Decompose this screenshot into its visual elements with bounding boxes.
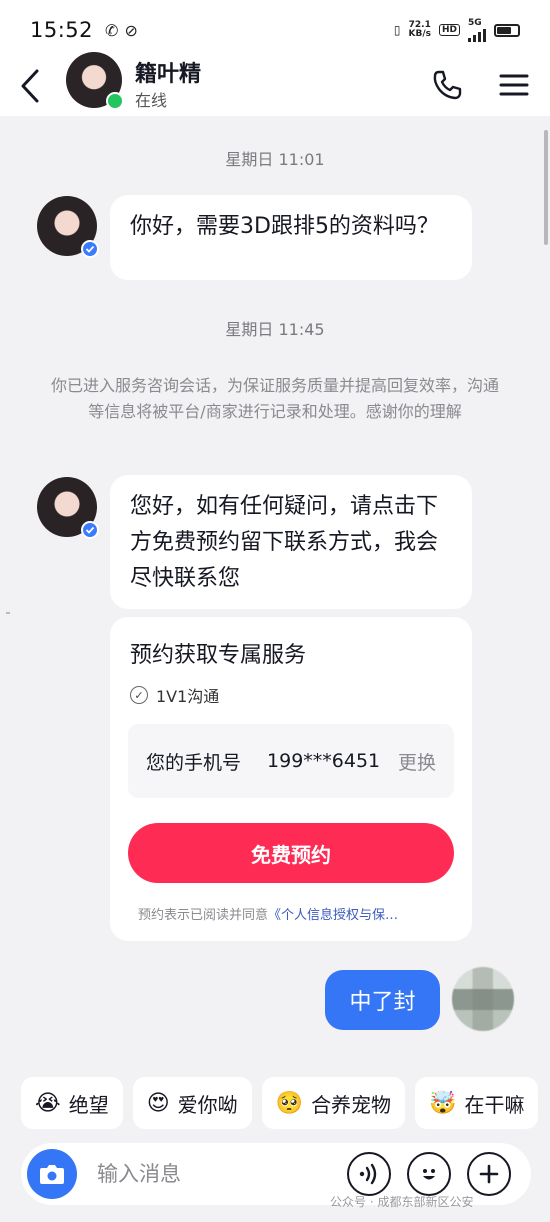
quick-reply-chip[interactable]: 🥺 合养宠物	[261, 1077, 406, 1129]
message-input[interactable]: 输入消息	[97, 1158, 181, 1188]
incoming-message[interactable]: 你好，需要3D跟排5的资料吗？	[110, 195, 472, 280]
menu-button[interactable]	[496, 66, 532, 104]
incoming-message[interactable]: 您好，如有任何疑问，请点击下方免费预约留下联系方式，我会尽快联系您	[110, 475, 472, 609]
call-button[interactable]	[428, 66, 466, 104]
network-type: 5G	[468, 18, 482, 28]
signal-icon	[468, 28, 486, 42]
sender-avatar[interactable]	[37, 196, 99, 258]
back-button[interactable]	[12, 64, 48, 108]
voice-button[interactable]	[347, 1152, 391, 1196]
status-bar: 15:52 ✆ ⊘ ▯ 72.1 KB/s HD 5G	[0, 0, 550, 60]
my-avatar[interactable]	[452, 967, 514, 1031]
vibrate-icon: ▯	[393, 23, 401, 37]
link-status-icon: ⊘	[124, 20, 138, 40]
battery-icon	[494, 23, 520, 37]
status-time: 15:52	[30, 18, 94, 42]
crying-face-icon: 😭	[35, 1090, 61, 1116]
check-item: ✓ 1V1沟通	[130, 683, 219, 707]
hd-badge: HD	[438, 24, 460, 36]
card-title: 预约获取专属服务	[130, 643, 307, 668]
reservation-card: 预约获取专属服务 ✓ 1V1沟通 您的手机号 199***6451 更换 免费预…	[110, 617, 472, 941]
chevron-left-icon	[21, 69, 39, 103]
contact-avatar[interactable]	[66, 52, 124, 110]
outgoing-message[interactable]: 中了封	[325, 970, 440, 1030]
system-notice: 你已进入服务咨询会话，为保证服务质量并提高回复效率，沟通等信息将被平台/商家进行…	[50, 376, 499, 421]
quick-reply-chip[interactable]: 😍 爱你呦	[132, 1077, 252, 1129]
pleading-face-icon: 🥺	[275, 1090, 304, 1116]
phone-field: 您的手机号 199***6451 更换	[128, 724, 454, 798]
check-icon: ✓	[130, 686, 148, 704]
divider	[6, 612, 10, 614]
quick-reply-chip[interactable]: 🤯 在干嘛	[415, 1077, 539, 1129]
emoji-button[interactable]	[407, 1152, 451, 1196]
free-reserve-button[interactable]: 免费预约	[128, 823, 454, 883]
privacy-agreement-link[interactable]: 《个人信息授权与保…	[268, 908, 398, 923]
chat-header: 籍叶精 在线	[0, 52, 550, 116]
quick-reply-chip[interactable]: 😭 绝望	[21, 1077, 123, 1129]
contact-name: 籍叶精	[135, 62, 202, 87]
verified-icon	[81, 240, 99, 258]
net-speed: 72.1 KB/s	[408, 20, 431, 39]
plus-icon	[479, 1164, 499, 1184]
call-status-icon: ✆	[105, 20, 119, 40]
heart-eyes-icon: 😍	[146, 1090, 170, 1116]
exploding-head-icon: 🤯	[429, 1090, 457, 1116]
change-phone-link[interactable]: 更换	[398, 748, 436, 775]
watermark: 公众号 · 成都东部新区公安	[330, 1195, 474, 1209]
camera-button[interactable]	[27, 1149, 77, 1199]
sender-avatar[interactable]	[37, 477, 99, 539]
online-indicator	[106, 92, 124, 110]
smiley-icon	[423, 1169, 435, 1180]
hamburger-menu-icon	[499, 74, 529, 96]
agreement-text: 预约表示已阅读并同意《个人信息授权与保…	[138, 908, 399, 923]
phone-label: 您的手机号	[146, 751, 242, 774]
voice-icon	[359, 1163, 377, 1185]
contact-status: 在线	[135, 91, 168, 110]
phone-number: 199***6451	[267, 750, 381, 772]
timestamp: 星期日 11:01	[225, 150, 325, 169]
camera-icon	[40, 1165, 64, 1184]
more-button[interactable]	[467, 1152, 511, 1196]
phone-icon	[433, 70, 462, 100]
verified-icon	[81, 521, 99, 539]
timestamp: 星期日 11:45	[225, 320, 325, 339]
quick-reply-bar: 😭 绝望 😍 爱你呦 🥺 合养宠物 🤯 在干嘛	[21, 1077, 550, 1129]
